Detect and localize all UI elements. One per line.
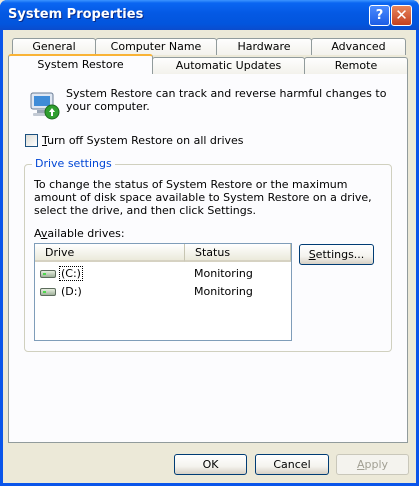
drive-row-d[interactable]: (D:) Monitoring (36, 284, 290, 300)
tab-remote[interactable]: Remote (304, 57, 408, 74)
available-drives-label: Available drives: (34, 227, 125, 240)
apply-button[interactable]: Apply (336, 454, 409, 475)
drive-name: (D:) (61, 285, 82, 298)
apply-label-rest: pply (364, 458, 389, 471)
apply-mnemonic: A (356, 458, 365, 471)
drive-name: (C:) (59, 266, 83, 281)
ok-button[interactable]: OK (174, 454, 247, 475)
turn-off-system-restore-checkbox[interactable] (25, 134, 38, 147)
hard-drive-icon (40, 270, 56, 278)
cancel-button[interactable]: Cancel (255, 454, 329, 475)
drive-status: Monitoring (194, 285, 253, 298)
settings-label-rest: ettings... (315, 248, 365, 261)
title-bar[interactable]: System Properties ? ✕ (0, 0, 419, 30)
close-button[interactable]: ✕ (391, 5, 412, 26)
system-restore-description: System Restore can track and reverse har… (66, 87, 387, 113)
drive-settings-instructions: To change the status of System Restore o… (34, 178, 372, 217)
tab-general[interactable]: General (12, 38, 96, 55)
drive-status: Monitoring (194, 267, 253, 280)
column-header-status[interactable]: Status (185, 244, 291, 262)
hard-drive-icon (40, 288, 56, 296)
settings-mnemonic: S (308, 248, 316, 261)
tab-hardware[interactable]: Hardware (216, 38, 312, 55)
system-restore-icon (30, 92, 60, 120)
turn-off-system-restore-label[interactable]: Turn off System Restore on all drives (42, 134, 244, 147)
drives-list[interactable]: Drive Status (C:) Monitoring (D:) Monito… (34, 243, 292, 341)
tab-system-restore[interactable]: System Restore (8, 54, 153, 74)
tab-computer-name[interactable]: Computer Name (95, 38, 217, 55)
column-header-drive[interactable]: Drive (35, 244, 185, 262)
tab-advanced[interactable]: Advanced (311, 38, 406, 55)
drive-row-c[interactable]: (C:) Monitoring (36, 266, 290, 282)
tab-automatic-updates[interactable]: Automatic Updates (152, 57, 305, 74)
window-title: System Properties (8, 7, 144, 22)
available-label-prefix: A (34, 227, 41, 240)
help-button[interactable]: ? (369, 5, 390, 26)
available-label-rest: ailable drives: (47, 227, 125, 240)
turn-off-label-text: urn off System Restore on all drives (47, 134, 244, 147)
settings-button[interactable]: Settings... (299, 244, 374, 265)
drive-settings-title: Drive settings (32, 157, 115, 170)
system-restore-panel: System Restore can track and reverse har… (8, 72, 408, 443)
